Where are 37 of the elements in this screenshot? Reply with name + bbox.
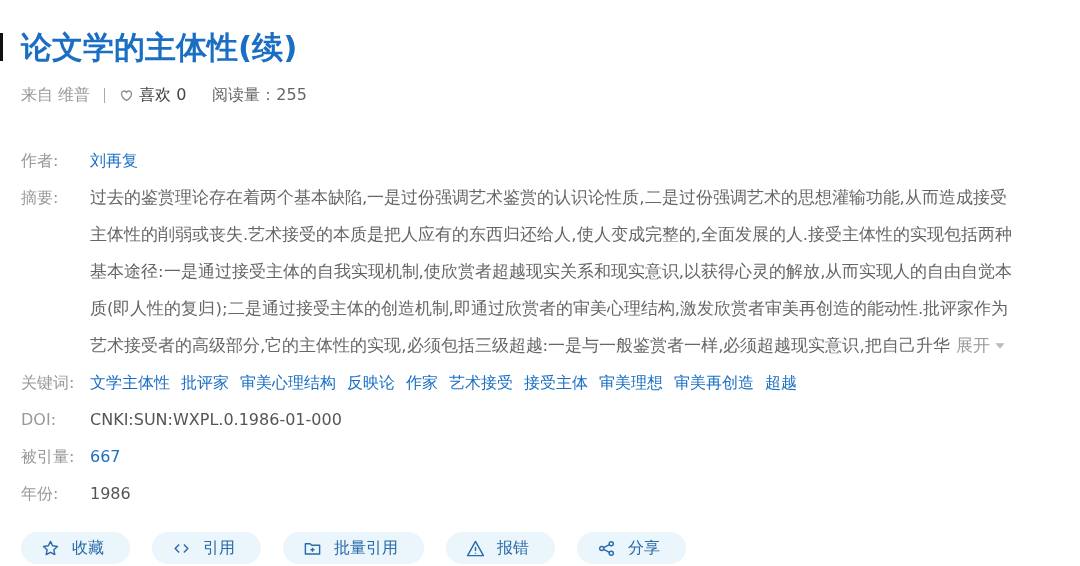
action-button[interactable]: 分享 <box>577 532 686 564</box>
heart-icon <box>119 87 135 103</box>
keyword-link[interactable]: 作家 <box>406 364 438 401</box>
expand-link[interactable]: 展开 <box>955 327 1008 364</box>
field-value: CNKI:SUN:WXPL.0.1986-01-000 <box>90 409 342 431</box>
action-button[interactable]: 收藏 <box>21 532 130 564</box>
warning-icon <box>466 538 485 558</box>
keyword-link[interactable]: 反映论 <box>347 364 395 401</box>
action-button[interactable]: 引用 <box>152 532 261 564</box>
keyword-link[interactable]: 超越 <box>765 364 797 401</box>
field-label: 被引量: <box>21 446 76 468</box>
divider <box>104 87 106 103</box>
like-button[interactable]: 喜欢 0 <box>119 84 187 106</box>
abstract-text: 过去的鉴赏理论存在着两个基本缺陷,一是过份强调艺术鉴赏的认识论性质,二是过份强调艺术的思想灌输功能,从而造成接受主体性的削弱或丧失.艺术接受的本质是把人应有的东西归还给人,使人变成完整的,全面发展的人.接受主体性的实现包括两种基本途径:一是通过接受主体的自我实现机制,使欣赏者超越现实关系和现实意识,以获得心灵的解放,从而实现人的自由自觉本质(即人性的复归);二是通过接受主体的创造机制,即通过欣赏者的审美心理结构,激发欣赏者审美再创造的能动性.批评家作为艺术接受者的高级部分,它的主体性的实现,必须包括三级超越:一是与一般鉴赏者一样,必须超越现实意识,把自己升华 展开 <box>90 179 1020 364</box>
keyword-link[interactable]: 批评家 <box>181 364 229 401</box>
star-icon <box>41 538 60 558</box>
keyword-link[interactable]: 文学主体性 <box>90 364 170 401</box>
keyword-link[interactable]: 艺术接受 <box>449 364 513 401</box>
field-label: 年份: <box>21 483 60 505</box>
action-button[interactable]: 报错 <box>446 532 555 564</box>
field-value: 1986 <box>90 483 131 505</box>
field-label: DOI: <box>21 409 58 431</box>
keyword-link[interactable]: 审美心理结构 <box>240 364 336 401</box>
field-link[interactable]: 667 <box>90 438 121 475</box>
field-label: 作者: <box>21 150 60 172</box>
field-link[interactable]: 刘再复 <box>90 142 138 179</box>
read-count: 阅读量：255 <box>212 84 307 106</box>
article-title: 论文学的主体性(续) <box>21 28 298 67</box>
keyword-link[interactable]: 审美理想 <box>599 364 663 401</box>
keyword-link[interactable]: 接受主体 <box>524 364 588 401</box>
field-label: 摘要: <box>21 187 60 209</box>
share-icon <box>597 538 616 558</box>
title-marker <box>0 33 3 61</box>
field-label: 关键词: <box>21 372 76 394</box>
keyword-link[interactable]: 审美再创造 <box>674 364 754 401</box>
source-text: 来自 维普 <box>21 84 91 106</box>
action-button[interactable]: 批量引用 <box>283 532 424 564</box>
